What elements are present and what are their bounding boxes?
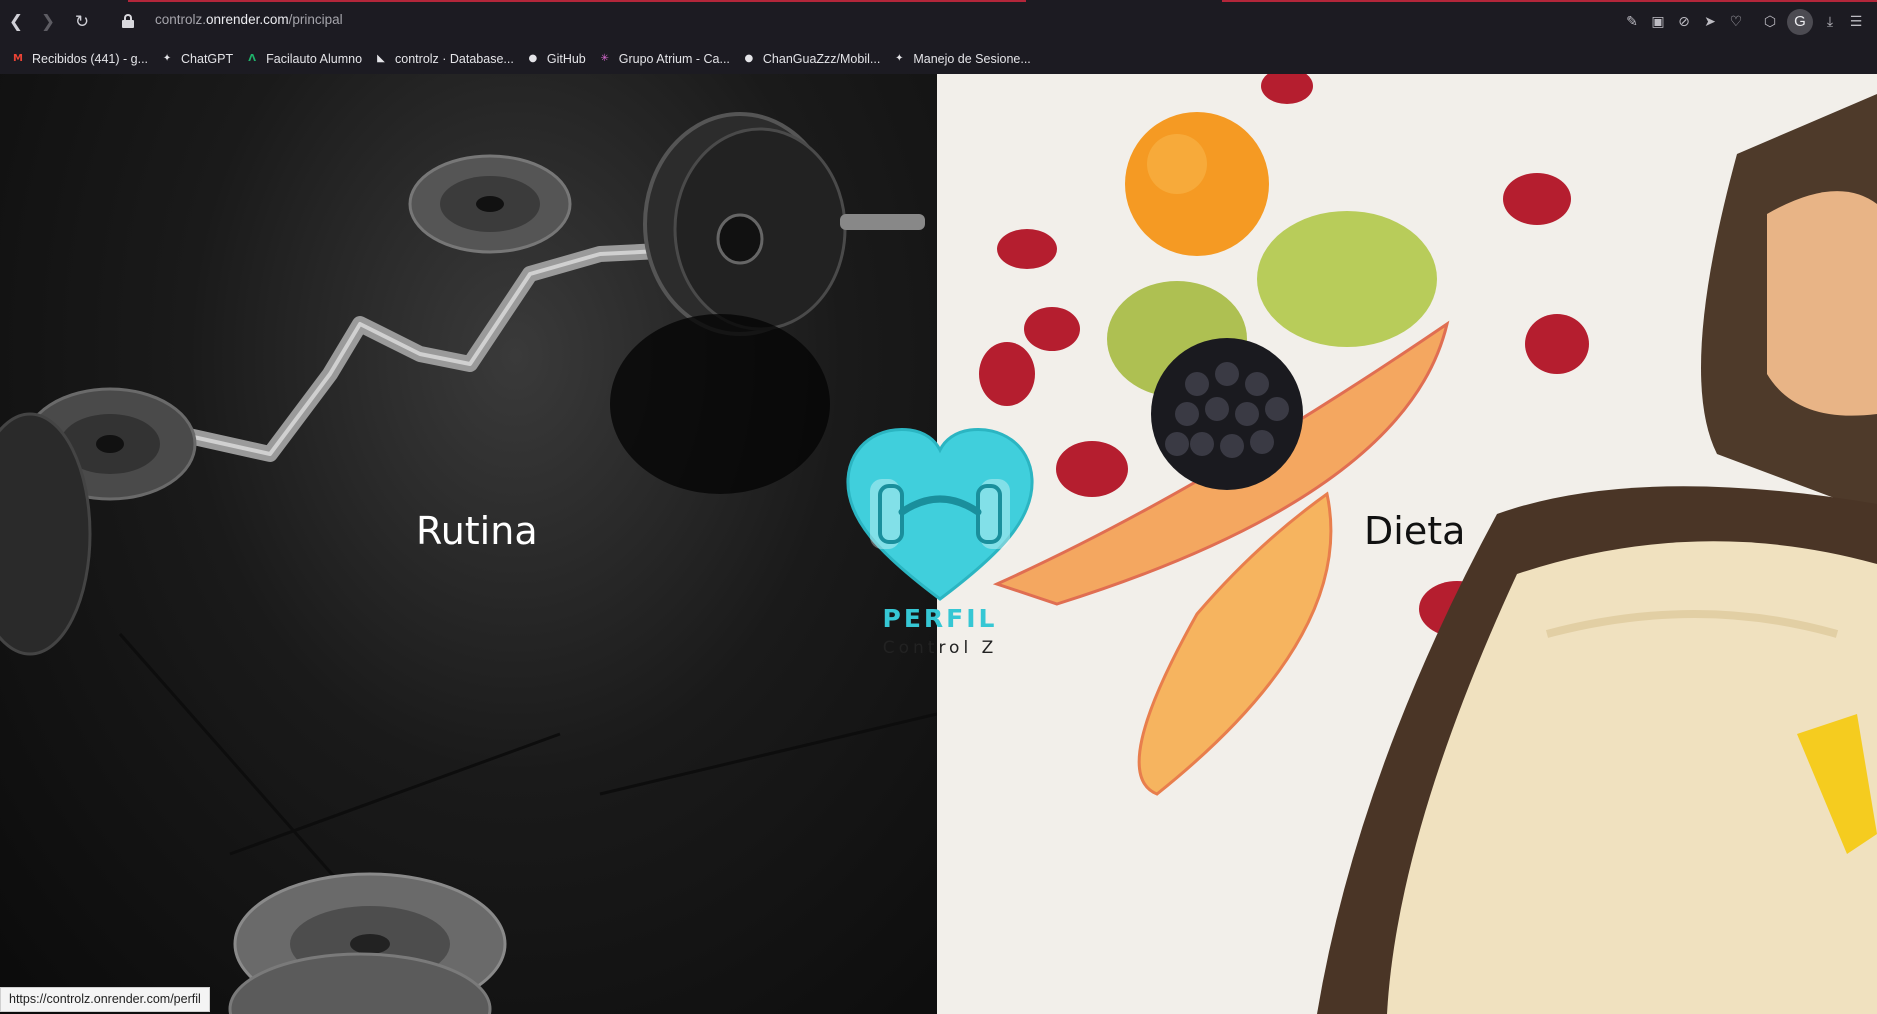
url-domain: onrender.com — [206, 12, 289, 27]
rutina-label[interactable]: Rutina — [416, 509, 538, 553]
atrium-icon: ✳ — [600, 53, 609, 64]
url-path: /principal — [288, 12, 343, 27]
reload-icon[interactable]: ↻ — [70, 10, 94, 34]
render-icon: ◣ — [377, 53, 385, 64]
bookmark-item[interactable]: ● ChanGuaZzz/Mobil... — [741, 51, 881, 67]
menu-icon[interactable]: ☰ — [1843, 9, 1869, 35]
screenshot-icon[interactable]: ▣ — [1645, 9, 1671, 35]
chatgpt-icon: ✦ — [162, 53, 172, 64]
toolbar-actions: ✎ ▣ ⊘ ➤ ♡ ⬡ G ⤓ ☰ — [1619, 9, 1869, 35]
bookmark-label: ChanGuaZzz/Mobil... — [762, 52, 881, 66]
bookmark-label: Recibidos (441) - g... — [32, 52, 149, 66]
bookmark-item[interactable]: ● GitHub — [525, 51, 586, 67]
lock-icon[interactable] — [122, 14, 134, 28]
download-icon[interactable]: ⤓ — [1817, 9, 1843, 35]
edit-icon[interactable]: ✎ — [1619, 9, 1645, 35]
url-prefix: controlz. — [155, 12, 207, 27]
bookmark-label: GitHub — [546, 52, 586, 66]
bookmarks-bar: M Recibidos (441) - g... ✦ ChatGPT Λ Facilaut… — [0, 44, 1877, 74]
heart-icon[interactable]: ♡ — [1723, 9, 1749, 35]
bookmark-label: Manejo de Sesione... — [913, 52, 1031, 66]
tab-indicator — [1222, 0, 1877, 2]
bookmark-label: ChatGPT — [181, 52, 234, 66]
github-icon: ● — [528, 53, 538, 64]
browser-toolbar: ❮ ❯ ↻ controlz.onrender.com/principal ✎ … — [0, 0, 1877, 44]
profile-avatar[interactable]: G — [1787, 9, 1813, 35]
send-icon[interactable]: ➤ — [1697, 9, 1723, 35]
tab-indicator — [128, 0, 1026, 2]
bookmark-item[interactable]: ✳ Grupo Atrium - Ca... — [597, 51, 730, 67]
chatgpt-icon: ✦ — [895, 53, 904, 64]
dieta-label[interactable]: Dieta — [1364, 509, 1465, 553]
page-content: Rutina Dieta PERFIL Control Z — [0, 74, 1877, 1014]
bookmark-label: Facilauto Alumno — [266, 52, 363, 66]
github-icon: ● — [744, 53, 754, 64]
rutina-panel[interactable]: Rutina — [0, 74, 937, 1014]
logo-title: PERFIL — [882, 604, 998, 633]
bookmark-item[interactable]: Λ Facilauto Alumno — [244, 51, 362, 67]
cube-icon[interactable]: ⬡ — [1757, 9, 1783, 35]
bookmark-label: controlz · Database... — [395, 52, 514, 66]
bookmark-label: Grupo Atrium - Ca... — [618, 52, 730, 66]
status-link-preview: https://controlz.onrender.com/perfil — [0, 987, 210, 1012]
address-bar[interactable]: controlz.onrender.com/principal — [155, 12, 343, 27]
facilauto-icon: Λ — [248, 53, 257, 64]
heart-dumbbell-icon — [846, 427, 1034, 601]
bookmark-item[interactable]: ✦ Manejo de Sesione... — [891, 51, 1031, 67]
forward-icon[interactable]: ❯ — [36, 10, 60, 34]
perfil-logo-button[interactable]: PERFIL Control Z — [840, 424, 1040, 664]
back-icon[interactable]: ❮ — [4, 10, 28, 34]
dieta-panel[interactable]: Dieta — [937, 74, 1877, 1014]
bookmark-item[interactable]: ◣ controlz · Database... — [373, 51, 514, 67]
logo-subtitle: Control Z — [882, 638, 998, 658]
gmail-icon: M — [13, 53, 23, 64]
bookmark-item[interactable]: ✦ ChatGPT — [159, 51, 233, 67]
bookmark-item[interactable]: M Recibidos (441) - g... — [10, 51, 148, 67]
block-icon[interactable]: ⊘ — [1671, 9, 1697, 35]
